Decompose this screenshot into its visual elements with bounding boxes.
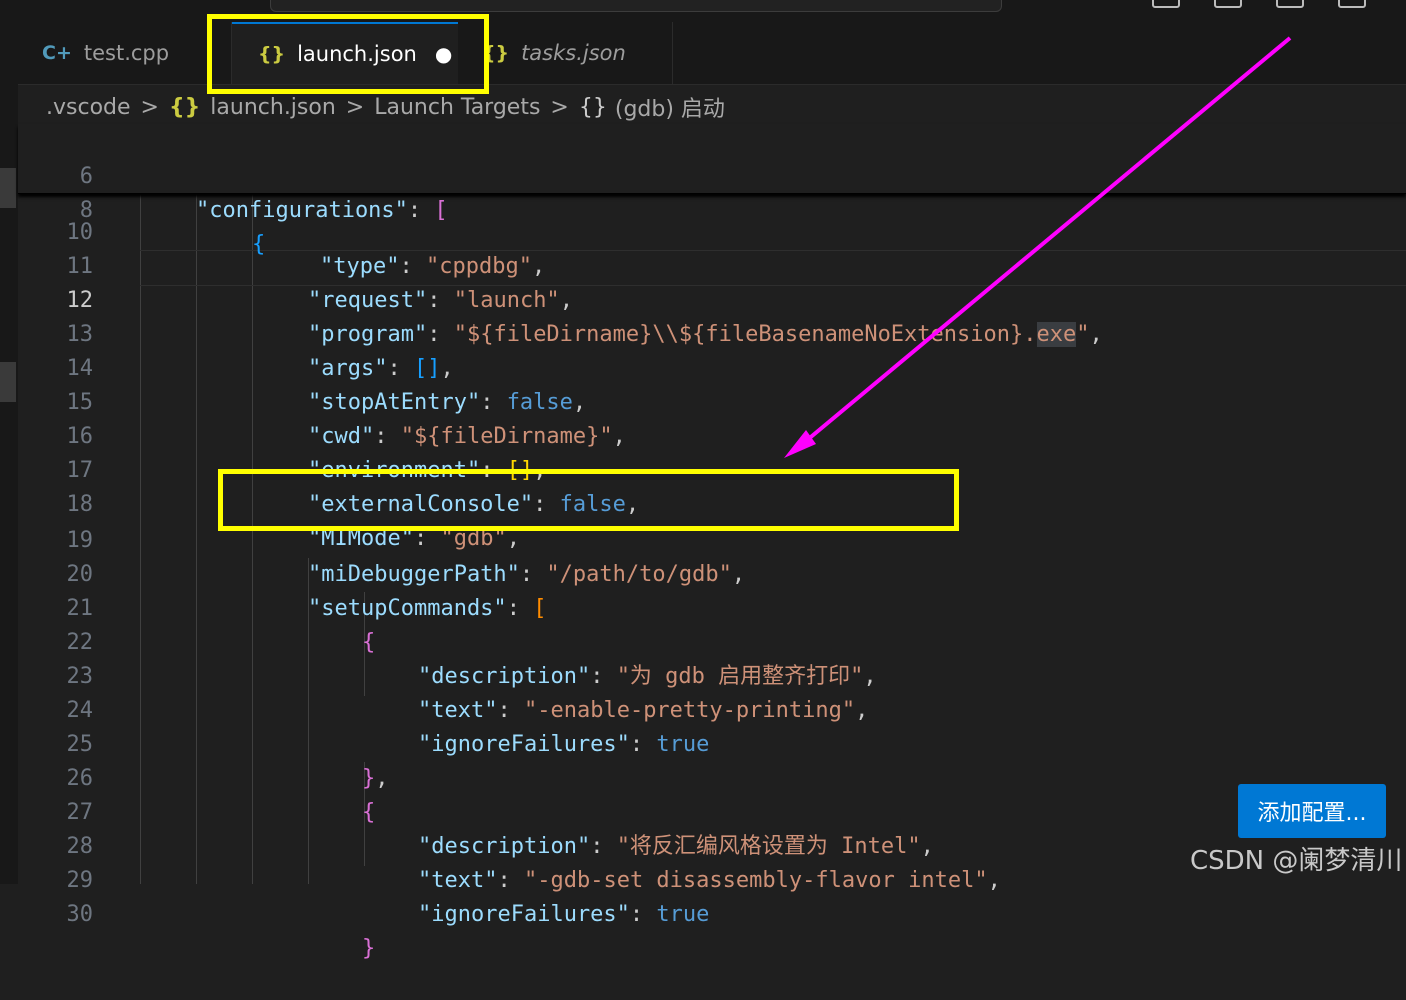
- arrow-shaft: [798, 36, 1292, 448]
- bracket: }: [362, 936, 376, 961]
- line-number: 30: [66, 902, 94, 927]
- colon: :: [629, 902, 657, 927]
- add-configuration-button[interactable]: 添加配置...: [1238, 784, 1386, 838]
- json-value: true: [656, 902, 710, 927]
- watermark: CSDN @阑梦清川: [1190, 846, 1403, 876]
- json-key: "ignoreFailures": [418, 902, 630, 927]
- annotation-arrow: [784, 36, 1292, 458]
